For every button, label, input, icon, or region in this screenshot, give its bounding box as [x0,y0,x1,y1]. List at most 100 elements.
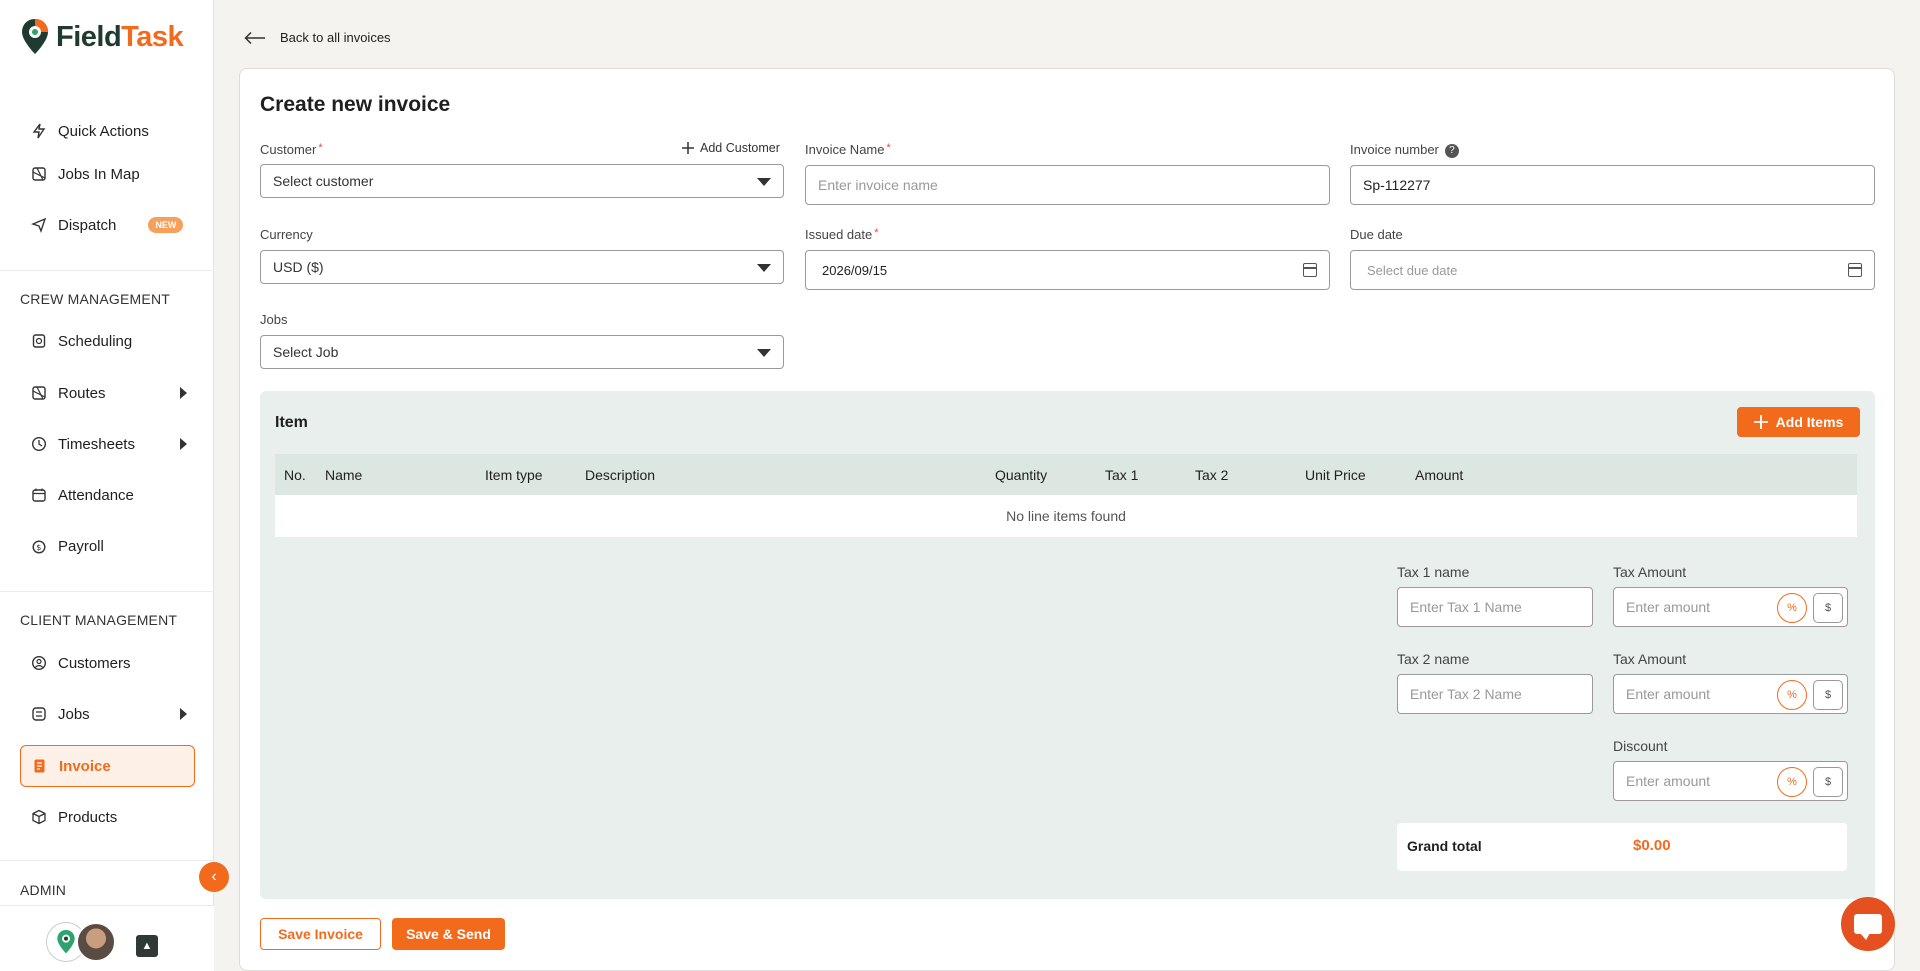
back-link-label: Back to all invoices [280,30,391,45]
sidebar-item-label: Attendance [58,486,134,504]
save-and-send-button[interactable]: Save & Send [392,918,505,950]
percent-toggle[interactable]: % [1777,593,1807,623]
discount-label: Discount [1613,738,1668,754]
grand-total-value: $0.00 [1633,837,1671,854]
sidebar-item-label: Invoice [59,757,111,775]
logo-pin-icon [22,19,48,54]
column-header: Description [585,466,656,483]
save-invoice-button[interactable]: Save Invoice [260,918,381,950]
discount-input[interactable]: Enter amount % $ [1613,761,1848,801]
empty-state: No line items found [275,495,1857,537]
chevron-down-icon [757,349,771,357]
sidebar-item-jobs[interactable]: Jobs [20,694,195,734]
tax2-amount-label: Tax Amount [1613,651,1687,667]
column-header: Item type [485,466,543,483]
jobs-select[interactable]: Select Job [260,335,784,369]
chat-icon [1854,914,1882,940]
bolt-icon [30,122,48,140]
sidebar-item-label: Products [58,808,118,826]
sidebar-item-routes[interactable]: Routes [20,373,195,413]
customer-select[interactable]: Select customer [260,164,784,198]
sidebar-item-label: Jobs In Map [58,165,140,183]
help-icon[interactable]: ? [1444,143,1459,158]
invoice-name-label: Invoice Name * [805,142,891,157]
tax1-amount-input[interactable]: Enter amount % $ [1613,587,1848,627]
sidebar-item-scheduling[interactable]: Scheduling [20,321,195,361]
dollar-toggle[interactable]: $ [1813,767,1843,797]
sidebar-item-customers[interactable]: Customers [20,643,195,683]
calendar-icon[interactable] [1848,263,1862,277]
sidebar-item-attendance[interactable]: Attendance [20,475,195,515]
sidebar-item-dispatch[interactable]: Dispatch NEW [20,205,195,245]
chevron-down-icon [757,264,771,272]
tax2-name-input[interactable]: Enter Tax 2 Name [1397,674,1593,714]
sidebar-item-label: Routes [58,384,106,402]
calendar-icon[interactable] [1303,263,1317,277]
column-header: Tax 1 [1105,466,1139,483]
tax1-name-label: Tax 1 name [1397,564,1470,580]
grand-total-label: Grand total [1407,838,1482,854]
new-badge: NEW [148,217,184,233]
tax2-amount-input[interactable]: Enter amount % $ [1613,674,1848,714]
column-header: Quantity [995,466,1048,483]
caret-right-icon [180,708,187,720]
dollar-toggle[interactable]: $ [1813,593,1843,623]
sidebar-item-label: Timesheets [58,435,135,453]
invoice-number-input[interactable]: Sp-112277 [1350,165,1875,205]
sidebar-item-label: Payroll [58,537,104,555]
caret-right-icon [180,438,187,450]
chevron-down-icon [757,178,771,186]
back-link[interactable]: Back to all invoices [244,30,391,45]
invoice-icon [31,757,49,775]
divider [0,591,214,592]
sidebar-item-label: Scheduling [58,332,133,350]
percent-toggle[interactable]: % [1777,680,1807,710]
box-icon [30,808,48,826]
chevron-up-icon[interactable]: ▲ [136,935,158,957]
sidebar: FieldTask Quick Actions Jobs In Map Disp… [0,0,214,971]
sidebar-item-jobs-in-map[interactable]: Jobs In Map [20,154,195,194]
due-date-input[interactable]: Select due date [1350,250,1875,290]
sidebar-item-products[interactable]: Products [20,797,195,837]
percent-toggle[interactable]: % [1777,767,1807,797]
sidebar-item-quick-actions[interactable]: Quick Actions [20,111,195,151]
sidebar-item-payroll[interactable]: $ Payroll [20,526,195,566]
invoice-number-label: Invoice number? [1350,142,1459,158]
map-icon [30,165,48,183]
tax2-name-label: Tax 2 name [1397,651,1470,667]
items-panel: Item Add Items No. Name Item type Descri… [260,391,1875,899]
sidebar-item-timesheets[interactable]: Timesheets [20,424,195,464]
logo[interactable]: FieldTask [20,18,184,56]
divider [0,860,214,861]
sidebar-item-label: Customers [58,654,131,672]
section-title-admin: ADMIN [20,882,67,898]
dollar-toggle[interactable]: $ [1813,680,1843,710]
send-icon [30,216,48,234]
user-avatar[interactable] [76,922,116,962]
add-items-button[interactable]: Add Items [1737,407,1860,437]
user-area: ▲ [0,905,214,971]
tax1-amount-label: Tax Amount [1613,564,1687,580]
tax1-name-input[interactable]: Enter Tax 1 Name [1397,587,1593,627]
page-title: Create new invoice [260,93,451,116]
currency-label: Currency [260,227,313,242]
clock-icon [30,435,48,453]
collapse-sidebar-button[interactable]: ‹ [199,862,229,892]
user-icon [30,654,48,672]
chat-widget-button[interactable] [1841,897,1895,951]
invoice-name-input[interactable]: Enter invoice name [805,165,1330,205]
payroll-icon: $ [30,537,48,555]
arrow-left-icon [244,31,265,44]
routes-icon [30,384,48,402]
issued-date-input[interactable]: 2026/09/15 [805,250,1330,290]
plus-icon [1753,415,1768,429]
add-customer-button[interactable]: Add Customer [682,141,780,155]
sidebar-item-label: Quick Actions [58,122,149,140]
items-title: Item [275,414,308,431]
required-marker: * [874,227,879,239]
section-title-crew: CREW MANAGEMENT [20,291,170,307]
currency-select[interactable]: USD ($) [260,250,784,284]
sidebar-item-invoice[interactable]: Invoice [20,745,195,787]
schedule-icon [30,332,48,350]
column-header: Tax 2 [1195,466,1229,483]
